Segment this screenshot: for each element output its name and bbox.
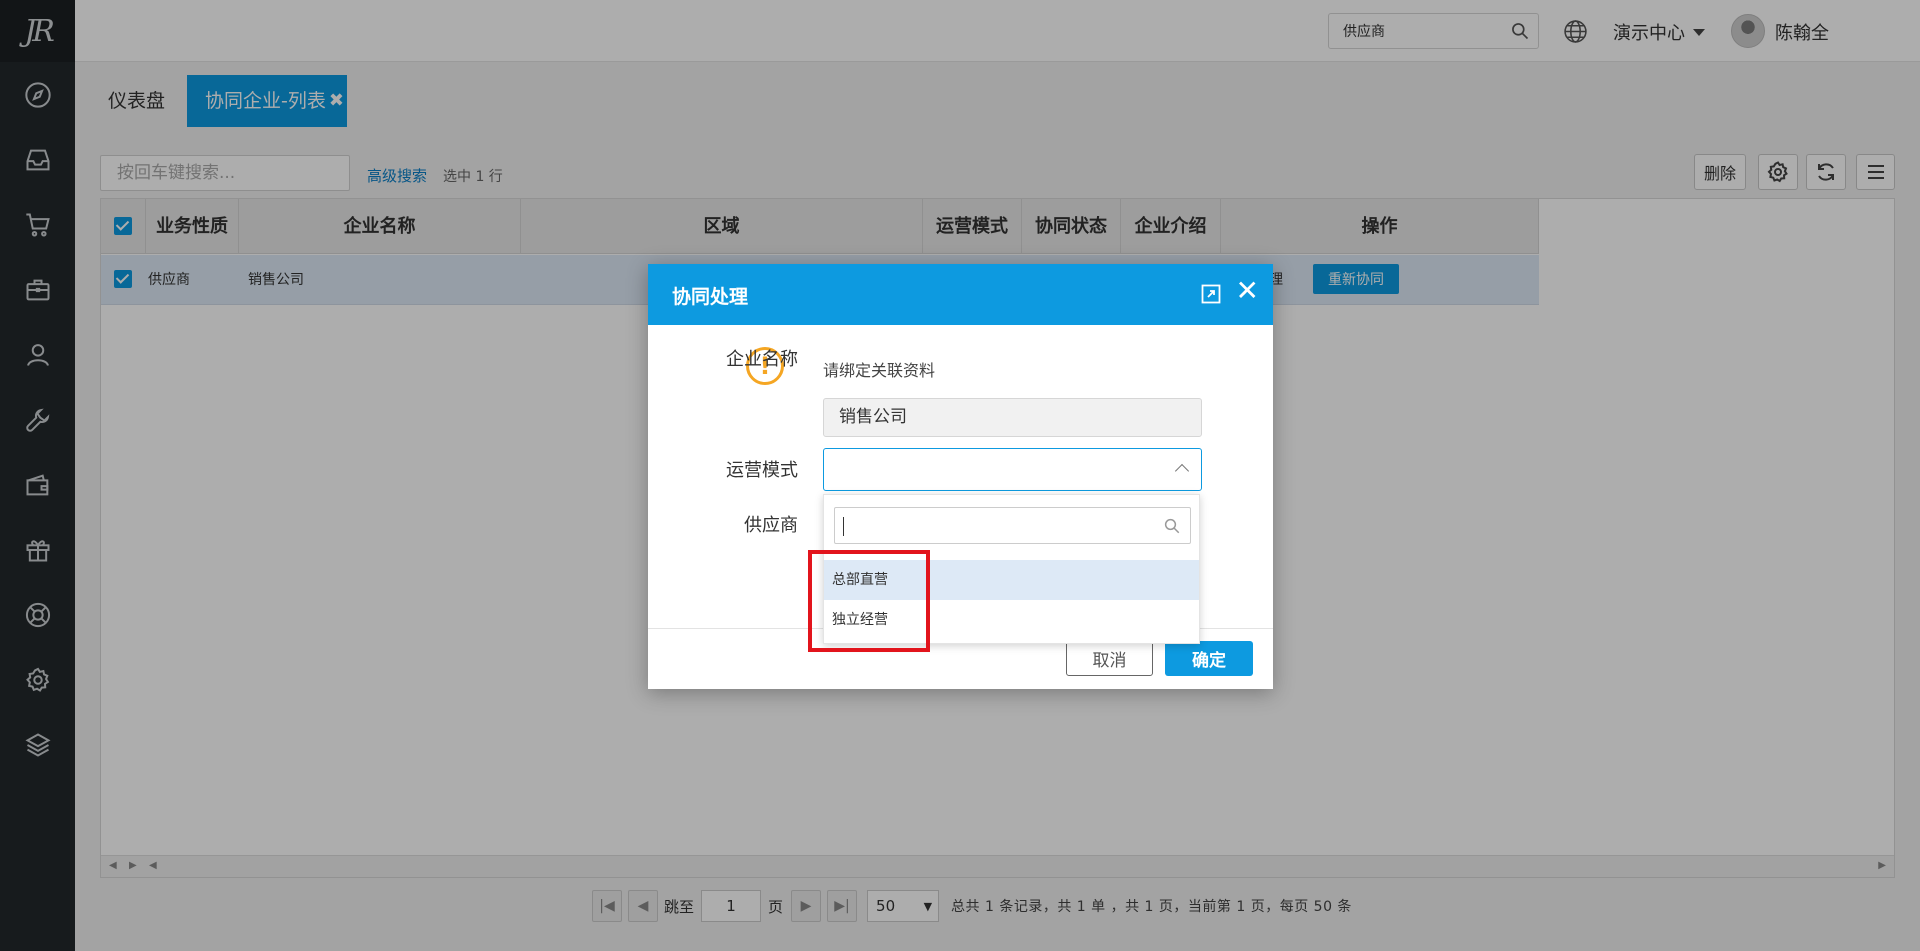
company-name-field: 销售公司 — [823, 398, 1202, 437]
mode-label: 运营模式 — [726, 460, 798, 481]
cancel-button[interactable]: 取消 — [1066, 641, 1153, 676]
dialog-header: 协同处理 ✕ — [648, 264, 1273, 325]
close-icon[interactable]: ✕ — [1236, 277, 1259, 305]
maximize-icon[interactable] — [1201, 284, 1221, 304]
warning-message: 请绑定关联资料 — [823, 361, 936, 380]
mode-select[interactable] — [823, 448, 1202, 491]
search-icon — [1164, 518, 1180, 534]
dialog-title: 协同处理 — [672, 286, 749, 308]
company-name-label: 企业名称 — [726, 349, 798, 370]
text-cursor — [843, 517, 844, 536]
supplier-label: 供应商 — [744, 515, 798, 536]
confirm-button[interactable]: 确定 — [1165, 641, 1253, 676]
highlight-box — [808, 550, 930, 652]
chevron-up-icon — [1174, 463, 1190, 479]
dropdown-search-input[interactable] — [834, 507, 1191, 544]
